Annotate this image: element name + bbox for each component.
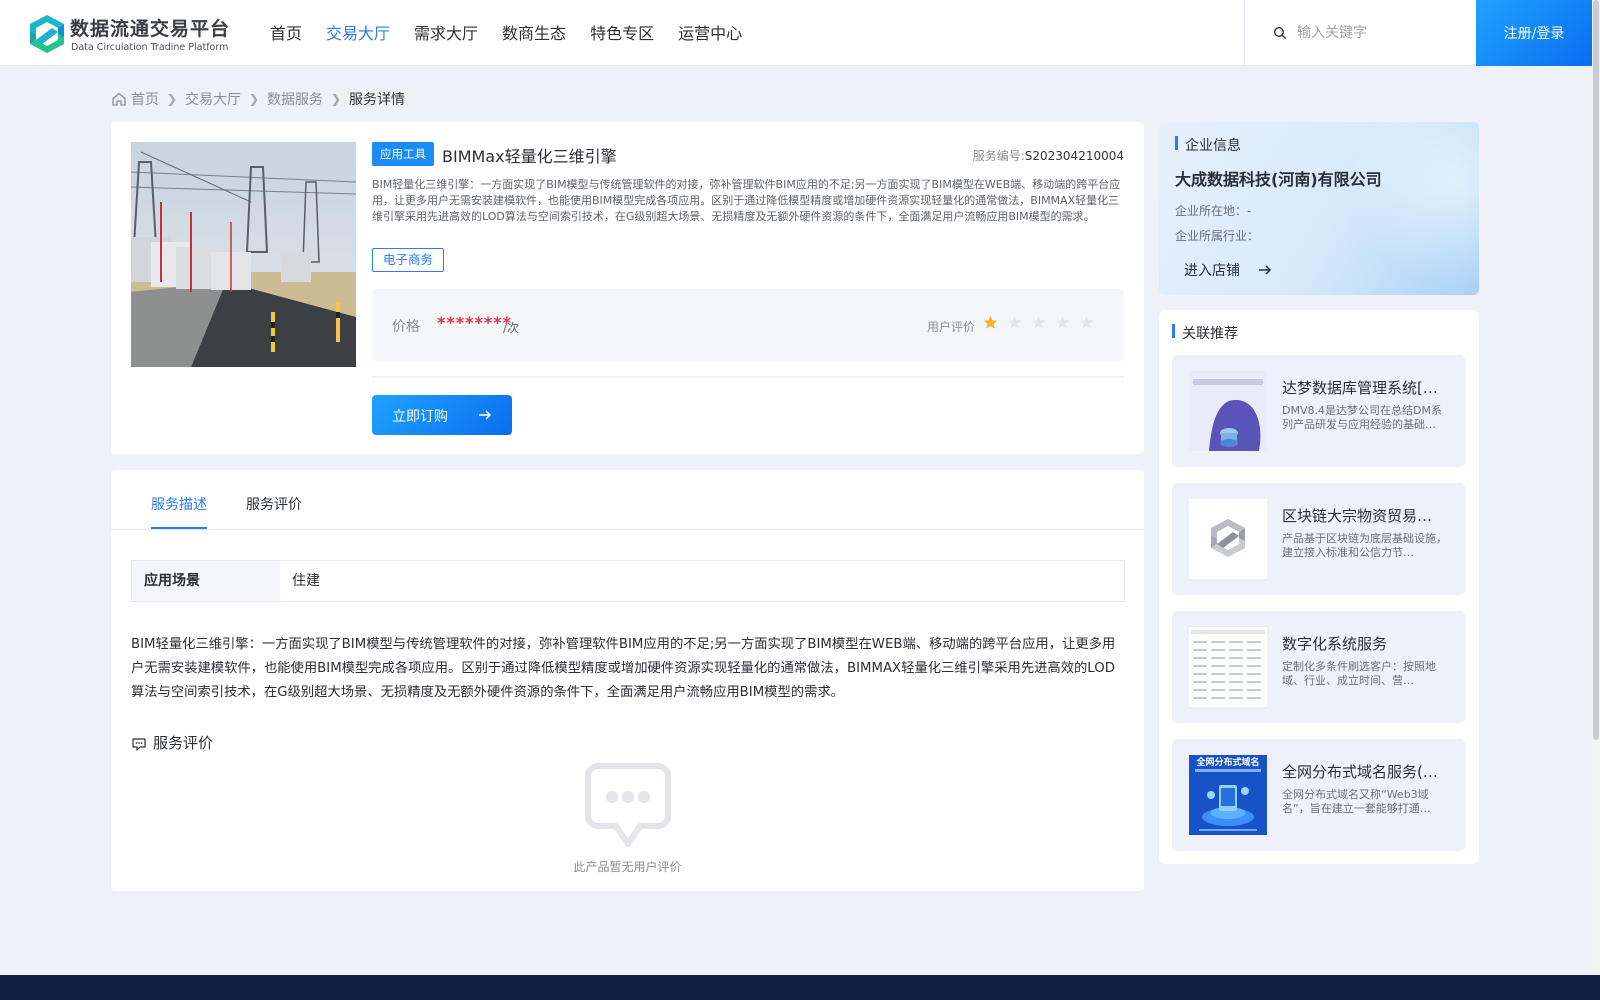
rating-stars (983, 315, 1103, 330)
rating-label: 用户评价 (927, 320, 976, 334)
section-marker (1172, 324, 1175, 338)
related-item-desc: DMV8.4是达梦公司在总结DM系列产品研发与应用经验的基础… (1282, 404, 1442, 431)
service-type-tag: 应用工具 (372, 142, 434, 166)
dameng-db-icon (1189, 371, 1267, 451)
order-now-label: 立即订购 (392, 409, 448, 425)
nav-ecosystem[interactable]: 数商生态 (490, 0, 578, 66)
no-reviews-text: 此产品暂无用户评价 (573, 860, 682, 874)
empty-comment-icon (585, 763, 671, 847)
related-item-title: 区块链大宗物资贸易… (1282, 507, 1433, 525)
related-item-desc: 定制化多条件刷选客户：按照地域、行业、成立时间、营… (1282, 660, 1436, 687)
breadcrumb-trading-hall[interactable]: 交易大厅 (185, 89, 241, 109)
section-marker (1175, 136, 1178, 150)
tab-service-review[interactable]: 服务评价 (246, 494, 302, 514)
chevron-right-icon: ❯ (248, 92, 260, 106)
nav-trading-hall[interactable]: 交易大厅 (314, 0, 402, 66)
star-filled-icon (983, 315, 998, 329)
tab-service-description[interactable]: 服务描述 (151, 494, 207, 514)
review-section-heading: 服务评价 (153, 734, 214, 752)
service-number-label: 服务编号: (972, 149, 1025, 163)
price-panel: 价格 ******** /次 用户评价 (372, 289, 1124, 361)
search-box (1244, 0, 1476, 66)
domain-banner-icon: 全网分布式域名 (1189, 755, 1267, 835)
company-name: 大成数据科技(河南)有限公司 (1175, 170, 1382, 189)
platform-logo-icon (30, 15, 64, 53)
search-icon[interactable] (1273, 26, 1287, 40)
breadcrumb-home[interactable]: 首页 (131, 89, 159, 109)
nav-special-zone[interactable]: 特色专区 (578, 0, 666, 66)
product-title: BIMMax轻量化三维引擎 (442, 147, 617, 166)
substation-scene-image (131, 142, 356, 367)
related-item-title: 全网分布式域名服务(… (1282, 763, 1438, 781)
arrow-right-icon (479, 410, 492, 420)
arrow-right-icon[interactable] (1258, 263, 1272, 277)
star-empty-icon (1031, 315, 1046, 329)
star-empty-icon (1079, 315, 1094, 329)
main-nav: 首页 交易大厅 需求大厅 数商生态 特色专区 运营中心 (258, 0, 754, 66)
breadcrumb-data-service[interactable]: 数据服务 (267, 89, 323, 109)
related-item-desc: 全网分布式域名又称“Web3域名”，旨在建立一套能够打通… (1282, 788, 1431, 815)
enter-store-link[interactable]: 进入店铺 (1184, 260, 1240, 280)
related-item[interactable]: 区块链大宗物资贸易… 产品基于区块链为底层基础设施，建立接入标准和公信力节… (1172, 483, 1466, 595)
related-item[interactable]: 达梦数据库管理系统[… DMV8.4是达梦公司在总结DM系列产品研发与应用经验的… (1172, 355, 1466, 467)
page-footer (0, 975, 1600, 1000)
nav-home[interactable]: 首页 (258, 0, 314, 66)
top-header: 数据流通交易平台 Data Circulation Tradine Platfo… (0, 0, 1600, 66)
category-tag[interactable]: 电子商务 (372, 248, 445, 272)
scene-label: 应用场景 (132, 561, 280, 601)
product-description: BIM轻量化三维引擎：一方面实现了BIM模型与传统管理软件的对接，弥补管理软件B… (372, 178, 1121, 223)
service-number-value: S202304210004 (1024, 149, 1124, 163)
card-decoration (1329, 122, 1479, 295)
company-info-heading: 企业信息 (1185, 138, 1241, 154)
price-unit: /次 (503, 321, 520, 335)
search-input[interactable] (1297, 18, 1467, 48)
order-now-button[interactable]: 立即订购 (372, 395, 512, 435)
chevron-right-icon: ❯ (330, 92, 342, 106)
domain-banner-text: 全网分布式域名 (1195, 756, 1259, 768)
star-empty-icon (1055, 315, 1070, 329)
service-description-text: BIM轻量化三维引擎：一方面实现了BIM模型与传统管理软件的对接，弥补管理软件B… (131, 637, 1116, 700)
service-number: 服务编号:S202304210004 (973, 147, 1124, 164)
platform-logo[interactable]: 数据流通交易平台 Data Circulation Tradine Platfo… (28, 12, 231, 56)
scene-value: 住建 (292, 573, 320, 589)
register-login-button[interactable]: 注册/登录 (1476, 0, 1592, 66)
active-tab-indicator (151, 527, 207, 529)
home-icon[interactable] (111, 91, 127, 107)
application-scene-table: 应用场景 住建 (131, 560, 1125, 602)
chevron-right-icon: ❯ (166, 92, 178, 106)
related-recommendations: 关联推荐 达梦数据库管理系统[… DMV8.4是达梦公司在总结DM系列产品研发与… (1159, 310, 1479, 864)
related-item[interactable]: 全网分布式域名 全网分布式域名服务(… 全网分布式域名又称“Web3域名”，旨在… (1172, 739, 1466, 851)
logo-title: 数据流通交易平台 (70, 18, 231, 40)
detail-tabs: 服务描述 服务评价 (111, 470, 1144, 530)
breadcrumb: 首页 ❯ 交易大厅 ❯ 数据服务 ❯ 服务详情 (111, 88, 405, 110)
company-industry: 企业所属行业： (1175, 229, 1260, 243)
star-empty-icon (1007, 315, 1022, 329)
divider (372, 376, 1124, 378)
page-scrollbar-thumb[interactable] (1593, 0, 1599, 740)
price-label: 价格 (392, 319, 420, 335)
company-location: 企业所在地：- (1175, 204, 1252, 218)
logo-subtitle: Data Circulation Tradine Platform (71, 42, 229, 53)
nav-demand-hall[interactable]: 需求大厅 (402, 0, 490, 66)
related-item-title: 达梦数据库管理系统[… (1282, 379, 1438, 397)
related-item-desc: 产品基于区块链为底层基础设施，建立接入标准和公信力节… (1282, 532, 1447, 559)
price-value: ******** (437, 313, 512, 332)
service-detail-card: 服务描述 服务评价 应用场景 住建 BIM轻量化三维引擎：一方面实现了BIM模型… (111, 470, 1144, 891)
product-image (131, 142, 356, 367)
spreadsheet-icon (1189, 627, 1267, 707)
breadcrumb-current: 服务详情 (349, 92, 405, 108)
nav-operations-center[interactable]: 运营中心 (666, 0, 754, 66)
company-info-card: 企业信息 大成数据科技(河南)有限公司 企业所在地：- 企业所属行业： 进入店铺 (1159, 122, 1479, 295)
product-card: 应用工具 BIMMax轻量化三维引擎 服务编号:S202304210004 BI… (111, 122, 1144, 454)
related-item-title: 数字化系统服务 (1282, 635, 1388, 653)
related-heading: 关联推荐 (1182, 326, 1238, 342)
platform-logo-icon (1189, 499, 1267, 579)
comment-icon (132, 738, 146, 751)
related-item[interactable]: 数字化系统服务 定制化多条件刷选客户：按照地域、行业、成立时间、营… (1172, 611, 1466, 723)
